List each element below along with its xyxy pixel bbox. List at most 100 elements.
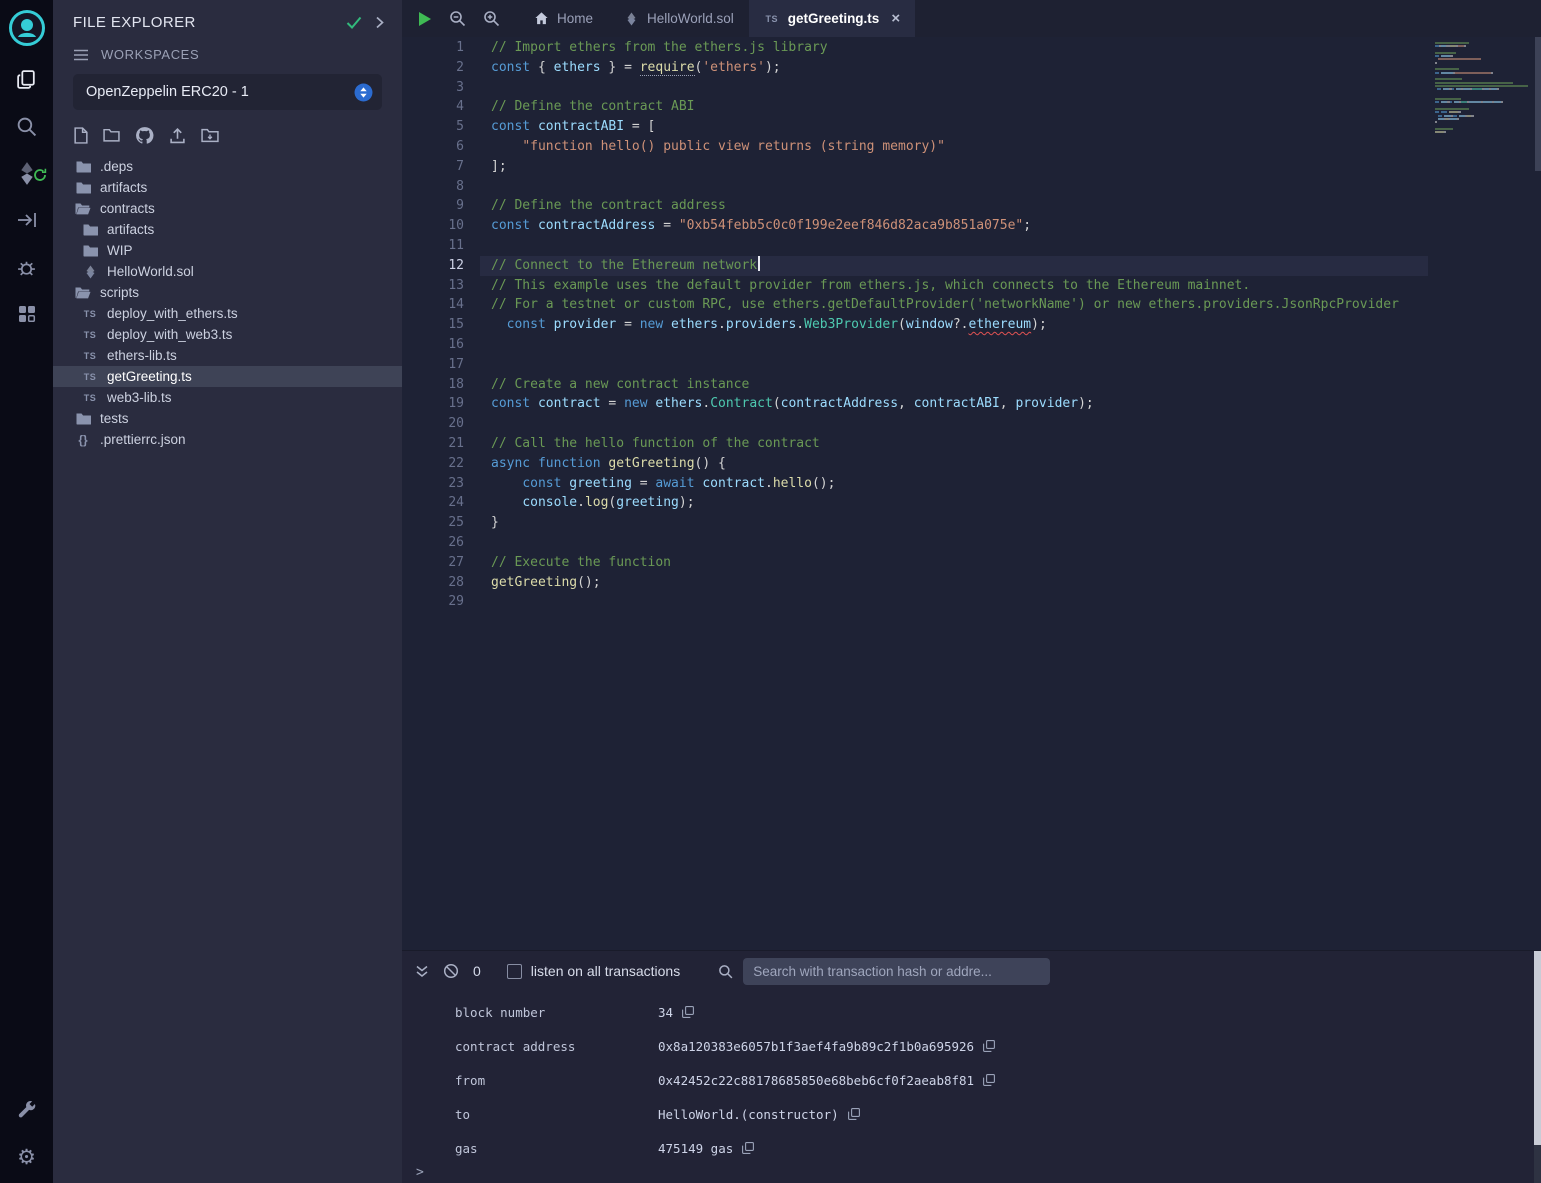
copy-icon[interactable] — [742, 1142, 754, 1154]
line-number[interactable]: 23 — [402, 474, 464, 494]
tab-home[interactable]: Home — [518, 0, 608, 37]
panel-chevron-icon[interactable] — [376, 16, 384, 29]
upload-icon[interactable] — [169, 127, 186, 144]
file-tree-item[interactable]: HelloWorld.sol — [53, 261, 402, 282]
line-number[interactable]: 24 — [402, 493, 464, 513]
settings-gear-icon[interactable]: ⚙ — [11, 1141, 43, 1173]
run-script-button[interactable] — [418, 11, 432, 27]
code-line[interactable]: 29 — [402, 592, 1428, 612]
copy-icon[interactable] — [983, 1040, 995, 1052]
debugger-icon[interactable] — [11, 251, 43, 283]
file-tree-item[interactable]: .deps — [53, 156, 402, 177]
copy-icon[interactable] — [682, 1006, 694, 1018]
line-number[interactable]: 1 — [402, 38, 464, 58]
file-tree-item[interactable]: artifacts — [53, 177, 402, 198]
workspace-switch-icon[interactable] — [354, 83, 373, 102]
line-number[interactable]: 15 — [402, 315, 464, 335]
solidity-compiler-icon[interactable] — [11, 157, 43, 189]
plugin-manager-icon[interactable] — [11, 298, 43, 330]
line-number[interactable]: 19 — [402, 394, 464, 414]
code-line[interactable]: 14// For a testnet or custom RPC, use et… — [402, 295, 1428, 315]
copy-icon[interactable] — [983, 1074, 995, 1086]
code-line[interactable]: 12// Connect to the Ethereum network — [402, 256, 1428, 276]
line-number[interactable]: 6 — [402, 137, 464, 157]
file-tree-item[interactable]: contracts — [53, 198, 402, 219]
line-number[interactable]: 8 — [402, 177, 464, 197]
file-tree-item[interactable]: tests — [53, 408, 402, 429]
code-line[interactable]: 23 const greeting = await contract.hello… — [402, 474, 1428, 494]
terminal-scrollbar[interactable] — [1534, 951, 1541, 1183]
line-number[interactable]: 21 — [402, 434, 464, 454]
listen-all-checkbox[interactable] — [507, 964, 522, 979]
code-line[interactable]: 25} — [402, 513, 1428, 533]
new-folder-icon[interactable] — [103, 128, 120, 142]
editor-scrollbar-thumb[interactable] — [1535, 37, 1541, 171]
line-number[interactable]: 22 — [402, 454, 464, 474]
code-line[interactable]: 2const { ethers } = require('ethers'); — [402, 58, 1428, 78]
search-icon[interactable] — [11, 110, 43, 142]
code-line[interactable]: 1// Import ethers from the ethers.js lib… — [402, 38, 1428, 58]
code-line[interactable]: 26 — [402, 533, 1428, 553]
code-line[interactable]: 15 const provider = new ethers.providers… — [402, 315, 1428, 335]
code-line[interactable]: 17 — [402, 355, 1428, 375]
line-number[interactable]: 5 — [402, 117, 464, 137]
line-number[interactable]: 10 — [402, 216, 464, 236]
line-number[interactable]: 16 — [402, 335, 464, 355]
code-line[interactable]: 4// Define the contract ABI — [402, 97, 1428, 117]
clear-console-icon[interactable] — [443, 963, 459, 979]
tools-wrench-icon[interactable] — [11, 1093, 43, 1125]
code-line[interactable]: 8 — [402, 177, 1428, 197]
code-area[interactable]: 1// Import ethers from the ethers.js lib… — [402, 37, 1428, 950]
zoom-out-icon[interactable] — [449, 10, 466, 27]
code-line[interactable]: 13// This example uses the default provi… — [402, 276, 1428, 296]
code-line[interactable]: 28getGreeting(); — [402, 573, 1428, 593]
minimap[interactable] — [1428, 37, 1541, 950]
new-file-icon[interactable] — [74, 127, 88, 144]
file-tree-item[interactable]: {}.prettierrc.json — [53, 429, 402, 450]
file-explorer-icon[interactable] — [11, 63, 43, 95]
code-line[interactable]: 10const contractAddress = "0xb54febb5c0c… — [402, 216, 1428, 236]
github-clone-icon[interactable] — [135, 126, 154, 144]
code-line[interactable]: 19const contract = new ethers.Contract(c… — [402, 394, 1428, 414]
code-line[interactable]: 16 — [402, 335, 1428, 355]
terminal-search-input[interactable] — [743, 958, 1050, 985]
code-line[interactable]: 6 "function hello() public view returns … — [402, 137, 1428, 157]
code-line[interactable]: 24 console.log(greeting); — [402, 493, 1428, 513]
line-number[interactable]: 3 — [402, 78, 464, 98]
line-number[interactable]: 18 — [402, 375, 464, 395]
code-line[interactable]: 27// Execute the function — [402, 553, 1428, 573]
terminal-scrollbar-thumb[interactable] — [1534, 1145, 1541, 1183]
editor-scrollbar[interactable] — [1535, 37, 1541, 950]
line-number[interactable]: 12 — [402, 256, 464, 276]
code-line[interactable]: 9// Define the contract address — [402, 196, 1428, 216]
workspace-selector[interactable]: OpenZeppelin ERC20 - 1 — [73, 74, 382, 110]
line-number[interactable]: 28 — [402, 573, 464, 593]
copy-icon[interactable] — [848, 1108, 860, 1120]
code-line[interactable]: 7]; — [402, 157, 1428, 177]
line-number[interactable]: 20 — [402, 414, 464, 434]
deploy-run-icon[interactable] — [11, 204, 43, 236]
workspaces-menu-icon[interactable] — [73, 49, 89, 61]
line-number[interactable]: 17 — [402, 355, 464, 375]
code-line[interactable]: 18// Create a new contract instance — [402, 375, 1428, 395]
file-tree-item[interactable]: TSdeploy_with_web3.ts — [53, 324, 402, 345]
line-number[interactable]: 13 — [402, 276, 464, 296]
close-tab-icon[interactable]: × — [891, 10, 900, 27]
code-line[interactable]: 20 — [402, 414, 1428, 434]
line-number[interactable]: 7 — [402, 157, 464, 177]
file-tree-item[interactable]: TSgetGreeting.ts — [53, 366, 402, 387]
terminal-prompt-row[interactable]: > — [402, 1165, 1541, 1183]
line-number[interactable]: 11 — [402, 236, 464, 256]
terminal-expand-icon[interactable] — [415, 965, 429, 978]
load-folder-icon[interactable] — [201, 128, 219, 143]
file-tree-item[interactable]: TSweb3-lib.ts — [53, 387, 402, 408]
line-number[interactable]: 25 — [402, 513, 464, 533]
line-number[interactable]: 4 — [402, 97, 464, 117]
accept-check-icon[interactable] — [346, 16, 362, 29]
code-line[interactable]: 5const contractABI = [ — [402, 117, 1428, 137]
file-tree-item[interactable]: TSethers-lib.ts — [53, 345, 402, 366]
line-number[interactable]: 26 — [402, 533, 464, 553]
code-editor[interactable]: 1// Import ethers from the ethers.js lib… — [402, 37, 1541, 950]
zoom-in-icon[interactable] — [483, 10, 500, 27]
remix-logo-icon[interactable] — [7, 8, 47, 48]
